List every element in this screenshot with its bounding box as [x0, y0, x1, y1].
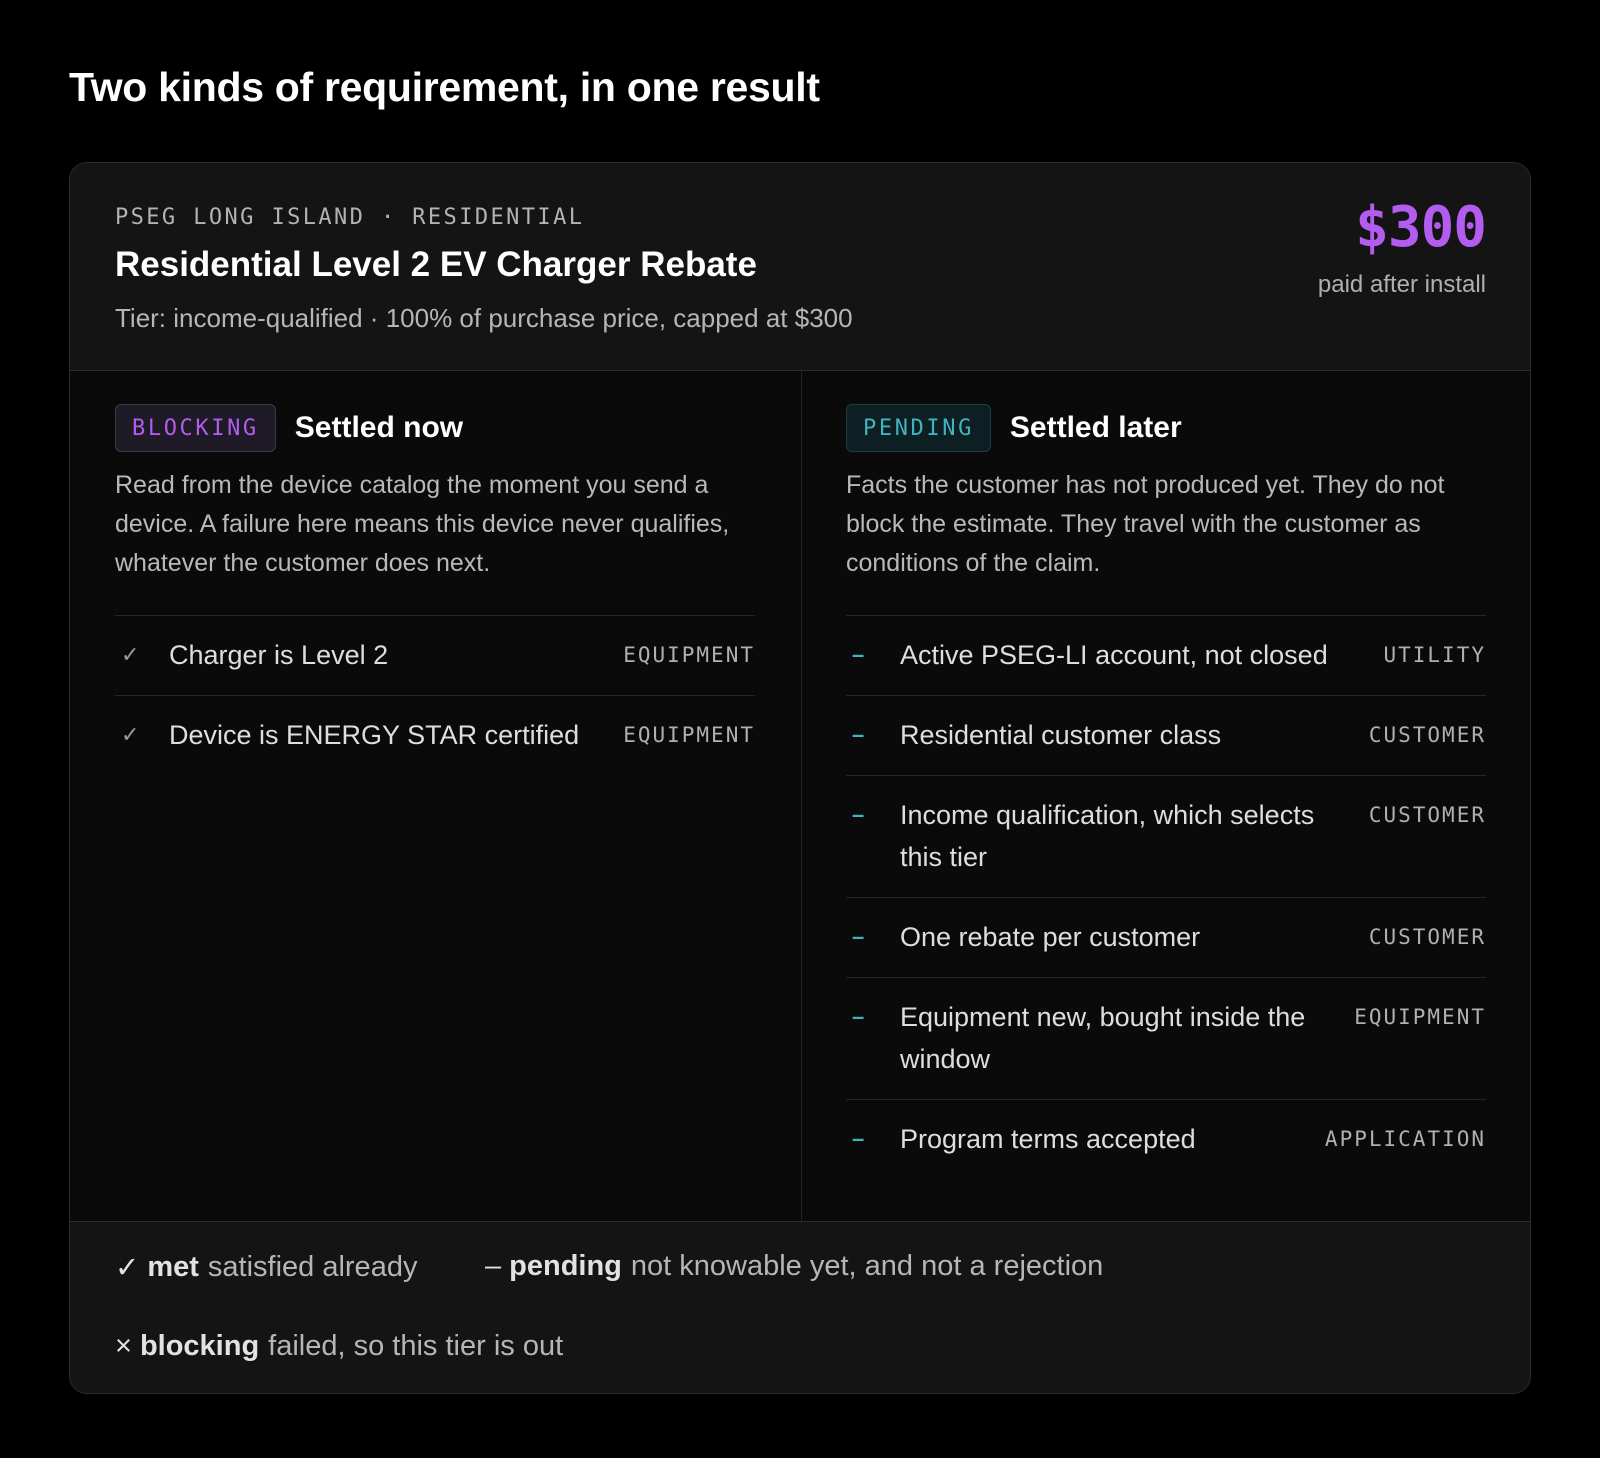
pending-badge: PENDING [846, 404, 991, 452]
rebate-title: Residential Level 2 EV Charger Rebate [115, 245, 757, 284]
requirement-category: CUSTOMER [1368, 925, 1486, 949]
pending-header: PENDING Settled later [846, 404, 1182, 452]
requirement-category: APPLICATION [1324, 1127, 1486, 1151]
requirement-text: Device is ENERGY STAR certified [169, 720, 580, 750]
page-title: Two kinds of requirement, in one result [69, 64, 820, 110]
requirement-row: – Equipment new, bought inside the windo… [846, 977, 1486, 1099]
card-header: PSEG LONG ISLAND · RESIDENTIAL Residenti… [70, 163, 1530, 371]
requirement-columns: BLOCKING Settled now Read from the devic… [70, 371, 1530, 1221]
dash-icon: – [852, 722, 865, 747]
blocking-description: Read from the device catalog the moment … [115, 471, 730, 577]
requirement-row: – One rebate per customer CUSTOMER [846, 897, 1486, 977]
legend-term: pending [509, 1250, 622, 1282]
requirement-text: Equipment new, bought inside the window [900, 1002, 1306, 1074]
rebate-amount: $300 [1355, 195, 1487, 260]
requirement-category: EQUIPMENT [623, 723, 755, 747]
legend-pending: – pending not knowable yet, and not a re… [485, 1250, 1103, 1283]
requirement-text: Income qualification, which selects this… [900, 800, 1315, 872]
requirement-category: EQUIPMENT [623, 643, 755, 667]
dash-icon: – [852, 924, 865, 949]
requirement-category: CUSTOMER [1368, 723, 1486, 747]
rebate-result-card: PSEG LONG ISLAND · RESIDENTIAL Residenti… [69, 162, 1531, 1394]
blocking-requirement-list: ✓ Charger is Level 2 EQUIPMENT ✓ Device … [115, 615, 755, 775]
legend: ✓ met satisfied already – pending not kn… [70, 1221, 1530, 1393]
requirement-text: Program terms accepted [900, 1124, 1196, 1154]
legend-desc: failed, so this tier is out [268, 1330, 564, 1362]
blocking-heading: Settled now [294, 411, 464, 444]
requirement-text: Residential customer class [900, 720, 1222, 750]
requirement-text: One rebate per customer [900, 922, 1201, 952]
utility-eyebrow: PSEG LONG ISLAND · RESIDENTIAL [115, 205, 585, 230]
requirement-row: – Active PSEG-LI account, not closed UTI… [846, 615, 1486, 695]
pending-column: PENDING Settled later Facts the customer… [802, 371, 1530, 1221]
dash-icon: – [852, 802, 865, 827]
requirement-category: CUSTOMER [1368, 803, 1486, 827]
requirement-text: Active PSEG-LI account, not closed [900, 640, 1328, 670]
blocking-column: BLOCKING Settled now Read from the devic… [70, 371, 802, 1221]
requirement-category: EQUIPMENT [1354, 1005, 1486, 1029]
requirement-row: – Program terms accepted APPLICATION [846, 1099, 1486, 1179]
tier-line: Tier: income-qualified · 100% of purchas… [115, 303, 853, 333]
requirement-text: Charger is Level 2 [169, 640, 389, 670]
cross-icon: × [115, 1330, 132, 1362]
dash-icon: – [485, 1250, 502, 1282]
requirement-row: – Residential customer class CUSTOMER [846, 695, 1486, 775]
legend-term: blocking [139, 1330, 260, 1362]
pending-heading: Settled later [1009, 411, 1182, 444]
legend-desc: satisfied already [207, 1251, 418, 1283]
dash-icon: – [852, 1004, 865, 1029]
pending-requirement-list: – Active PSEG-LI account, not closed UTI… [846, 615, 1486, 1179]
amount-note: paid after install [1317, 271, 1486, 298]
blocking-badge: BLOCKING [115, 404, 276, 452]
requirement-category: UTILITY [1383, 643, 1486, 667]
check-icon: ✓ [115, 1252, 140, 1284]
pending-description: Facts the customer has not produced yet.… [846, 471, 1445, 577]
legend-met: ✓ met satisfied already [115, 1250, 417, 1285]
legend-blocking: × blocking failed, so this tier is out [115, 1330, 563, 1363]
legend-term: met [147, 1251, 199, 1283]
requirement-row: ✓ Device is ENERGY STAR certified EQUIPM… [115, 695, 755, 775]
dash-icon: – [852, 1126, 865, 1151]
dash-icon: – [852, 642, 865, 667]
legend-desc: not knowable yet, and not a rejection [630, 1250, 1104, 1282]
requirement-row: ✓ Charger is Level 2 EQUIPMENT [115, 615, 755, 695]
blocking-header: BLOCKING Settled now [115, 404, 463, 452]
requirement-row: – Income qualification, which selects th… [846, 775, 1486, 897]
check-icon: ✓ [121, 722, 140, 747]
check-icon: ✓ [121, 642, 140, 667]
